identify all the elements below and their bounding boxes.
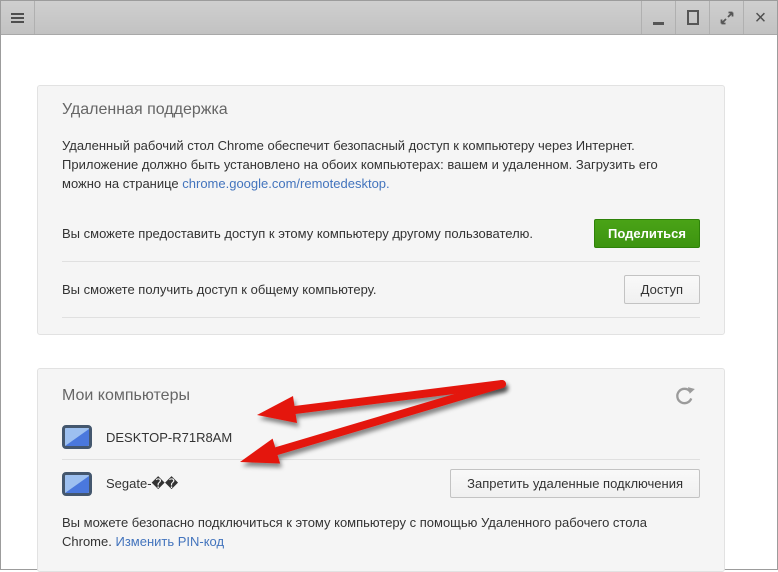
connect-note: Вы можете безопасно подключиться к этому… <box>62 513 700 551</box>
computer-name: DESKTOP-R71R8AM <box>106 430 700 445</box>
menu-button[interactable] <box>1 1 35 34</box>
get-access-row: Вы сможете получить доступ к общему комп… <box>62 261 700 318</box>
share-button[interactable]: Поделиться <box>594 219 700 248</box>
maximize-button[interactable] <box>675 1 709 34</box>
app-window: × Удаленная поддержка Удаленный рабочий … <box>0 0 778 570</box>
refresh-button[interactable] <box>673 384 696 407</box>
share-access-row: Вы сможете предоставить доступ к этому к… <box>62 206 700 261</box>
minimize-icon <box>653 22 664 25</box>
computer-row-desktop[interactable]: DESKTOP-R71R8AM <box>62 415 700 459</box>
computer-row-segate[interactable]: Segate-�� Запретить удаленные подключени… <box>62 459 700 507</box>
my-computers-header: Мои компьютеры <box>62 369 700 415</box>
change-pin-link[interactable]: Изменить PIN-код <box>115 534 224 549</box>
get-access-text: Вы сможете получить доступ к общему комп… <box>62 282 624 297</box>
hamburger-icon <box>11 13 24 23</box>
titlebar-drag-area[interactable] <box>35 1 641 34</box>
my-computers-title: Мои компьютеры <box>62 387 673 405</box>
monitor-icon <box>62 425 92 449</box>
refresh-icon <box>673 384 696 407</box>
close-icon: × <box>755 8 767 28</box>
monitor-icon <box>62 472 92 496</box>
disable-remote-connections-button[interactable]: Запретить удаленные подключения <box>450 469 700 498</box>
remote-support-panel: Удаленная поддержка Удаленный рабочий ст… <box>37 85 725 335</box>
titlebar: × <box>1 1 777 35</box>
fullscreen-button[interactable] <box>709 1 743 34</box>
share-access-text: Вы сможете предоставить доступ к этому к… <box>62 226 594 241</box>
remotedesktop-download-link[interactable]: chrome.google.com/remotedesktop. <box>182 176 389 191</box>
maximize-icon <box>687 10 699 25</box>
access-button[interactable]: Доступ <box>624 275 700 304</box>
computer-name: Segate-�� <box>106 476 450 492</box>
remote-support-description: Удаленный рабочий стол Chrome обеспечит … <box>62 136 700 193</box>
close-button[interactable]: × <box>743 1 777 34</box>
my-computers-panel: Мои компьютеры DESKTOP-R71R8AM <box>37 368 725 572</box>
fullscreen-icon <box>720 11 734 25</box>
remote-support-title: Удаленная поддержка <box>62 86 700 119</box>
minimize-button[interactable] <box>641 1 675 34</box>
